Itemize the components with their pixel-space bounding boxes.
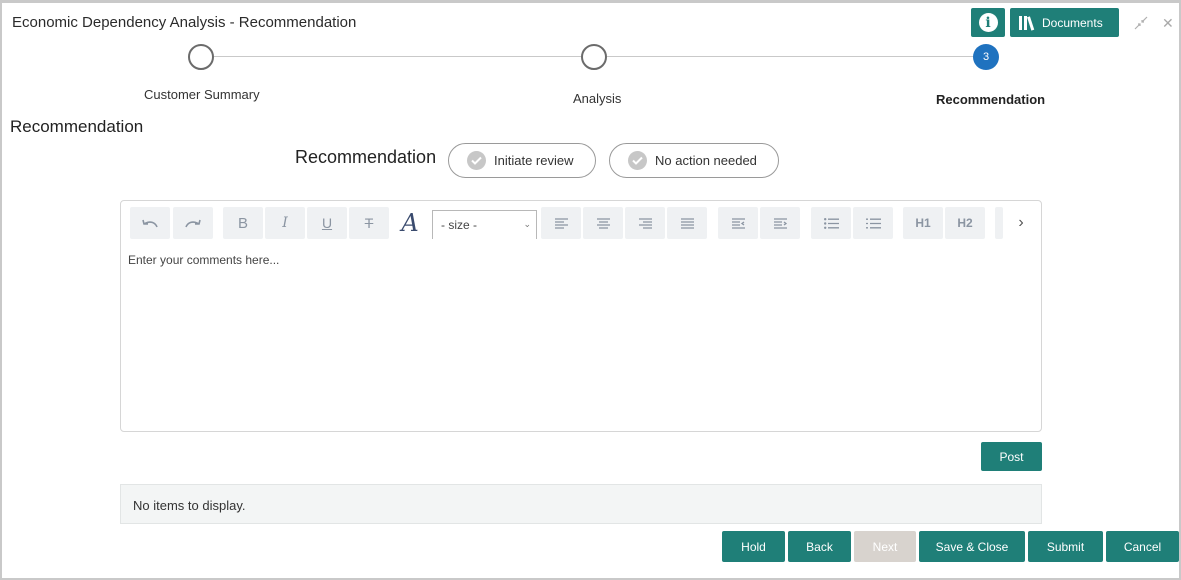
minimize-icon[interactable] (1133, 15, 1149, 34)
initiate-review-option[interactable]: Initiate review (448, 143, 596, 178)
bold-icon[interactable]: B (223, 207, 263, 239)
window-title: Economic Dependency Analysis - Recommend… (12, 14, 357, 31)
italic-icon[interactable]: I (265, 207, 305, 239)
underline-icon[interactable]: U (307, 207, 347, 239)
documents-button[interactable]: Documents (1010, 8, 1119, 37)
align-justify-icon[interactable] (667, 207, 707, 239)
bullet-list-icon[interactable] (811, 207, 851, 239)
submit-button[interactable]: Submit (1028, 531, 1103, 562)
chevron-down-icon: ⌄ (523, 219, 531, 229)
step-label-analysis: Analysis (573, 91, 622, 106)
heading-1-button[interactable]: H1 (903, 207, 943, 239)
chevron-right-icon[interactable]: › (1006, 207, 1036, 239)
step-recommendation[interactable]: 3 (973, 44, 999, 70)
back-button[interactable]: Back (788, 531, 851, 562)
next-button[interactable]: Next (854, 531, 916, 562)
check-circle-icon (467, 151, 486, 170)
save-close-button[interactable]: Save & Close (919, 531, 1025, 562)
option-label: Initiate review (494, 153, 574, 168)
font-color-icon[interactable]: A (391, 207, 429, 239)
step-connector (607, 56, 974, 57)
step-number: 3 (982, 51, 990, 63)
strikethrough-icon[interactable]: T (349, 207, 389, 239)
redo-icon[interactable] (173, 207, 213, 239)
editor-toolbar: B I U T A - size - ⌄ H1 H2 › (130, 207, 1036, 239)
heading-2-button[interactable]: H2 (945, 207, 985, 239)
check-circle-icon (628, 151, 647, 170)
h2-label: H2 (957, 216, 973, 230)
step-label-customer-summary: Customer Summary (144, 87, 260, 102)
toolbar-overflow-edge (995, 207, 1003, 239)
close-icon[interactable]: ✕ (1162, 15, 1174, 32)
hold-button[interactable]: Hold (722, 531, 785, 562)
option-label: No action needed (655, 153, 757, 168)
step-customer-summary[interactable] (188, 44, 214, 70)
cancel-button[interactable]: Cancel (1106, 531, 1179, 562)
section-heading: Recommendation (10, 117, 144, 136)
documents-label: Documents (1042, 15, 1103, 30)
undo-icon[interactable] (130, 207, 170, 239)
comment-editor: B I U T A - size - ⌄ H1 H2 › Enter your … (120, 200, 1042, 432)
app-window: Economic Dependency Analysis - Recommend… (0, 0, 1181, 580)
step-connector (214, 56, 581, 57)
library-icon (1019, 15, 1035, 31)
recommendation-label: Recommendation (295, 147, 437, 167)
empty-comments-message: No items to display. (120, 484, 1042, 524)
info-icon: i (978, 13, 998, 32)
align-left-icon[interactable] (541, 207, 581, 239)
font-size-select[interactable]: - size - ⌄ (432, 210, 537, 239)
outdent-icon[interactable] (718, 207, 758, 239)
numbered-list-icon[interactable] (853, 207, 893, 239)
comment-placeholder[interactable]: Enter your comments here... (128, 253, 279, 267)
indent-icon[interactable] (760, 207, 800, 239)
align-center-icon[interactable] (583, 207, 623, 239)
align-right-icon[interactable] (625, 207, 665, 239)
step-label-recommendation: Recommendation (936, 92, 1046, 107)
no-action-needed-option[interactable]: No action needed (609, 143, 779, 178)
info-button[interactable]: i (971, 8, 1005, 37)
font-size-value: - size - (441, 218, 477, 232)
post-button[interactable]: Post (981, 442, 1042, 471)
step-analysis[interactable] (581, 44, 607, 70)
h1-label: H1 (915, 216, 931, 230)
